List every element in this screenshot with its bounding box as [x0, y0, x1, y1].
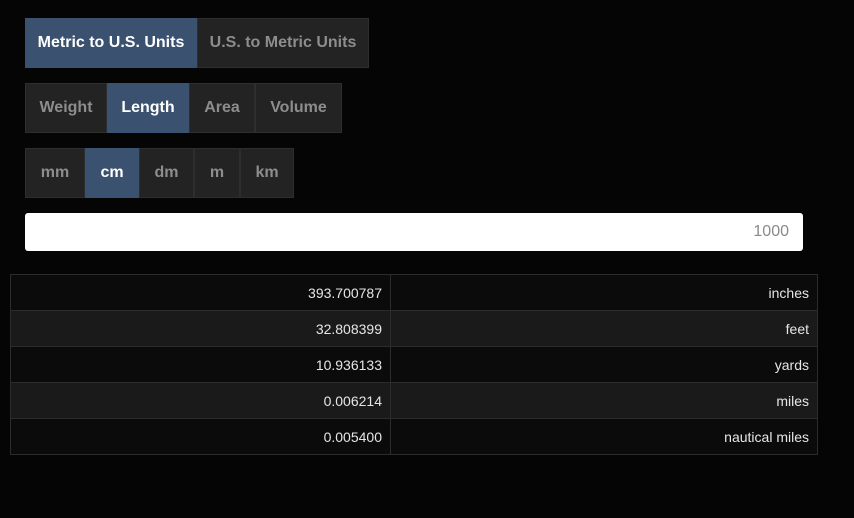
table-row: 0.005400 nautical miles: [10, 418, 818, 455]
result-unit: inches: [390, 274, 818, 311]
result-value: 0.006214: [10, 382, 391, 419]
table-row: 0.006214 miles: [10, 382, 818, 419]
tab-unit-dm[interactable]: dm: [139, 148, 194, 198]
tab-metric-to-us[interactable]: Metric to U.S. Units: [25, 18, 197, 68]
result-value: 0.005400: [10, 418, 391, 455]
result-unit: nautical miles: [390, 418, 818, 455]
result-unit: yards: [390, 346, 818, 383]
table-row: 10.936133 yards: [10, 346, 818, 383]
value-input[interactable]: [25, 213, 803, 251]
tab-unit-mm[interactable]: mm: [25, 148, 85, 198]
result-unit: feet: [390, 310, 818, 347]
tab-unit-m[interactable]: m: [194, 148, 240, 198]
results-table: 393.700787 inches 32.808399 feet 10.9361…: [10, 274, 818, 455]
result-unit: miles: [390, 382, 818, 419]
conversion-direction-tabs: Metric to U.S. Units U.S. to Metric Unit…: [25, 18, 369, 68]
tab-area[interactable]: Area: [189, 83, 255, 133]
result-value: 10.936133: [10, 346, 391, 383]
result-value: 393.700787: [10, 274, 391, 311]
table-row: 393.700787 inches: [10, 274, 818, 311]
tab-us-to-metric[interactable]: U.S. to Metric Units: [197, 18, 369, 68]
unit-tabs: mm cm dm m km: [25, 148, 294, 198]
tab-unit-cm[interactable]: cm: [85, 148, 139, 198]
result-value: 32.808399: [10, 310, 391, 347]
tab-weight[interactable]: Weight: [25, 83, 107, 133]
table-row: 32.808399 feet: [10, 310, 818, 347]
tab-length[interactable]: Length: [107, 83, 189, 133]
tab-unit-km[interactable]: km: [240, 148, 294, 198]
tab-volume[interactable]: Volume: [255, 83, 342, 133]
category-tabs: Weight Length Area Volume: [25, 83, 342, 133]
